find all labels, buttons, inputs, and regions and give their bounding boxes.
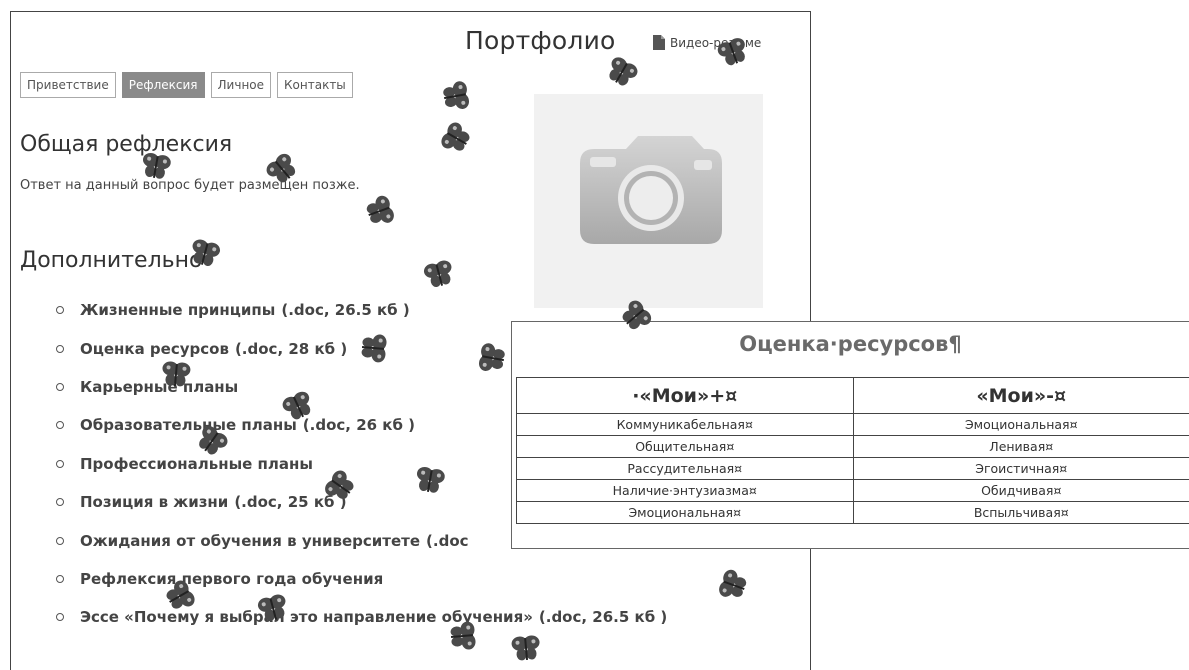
table-cell: Эгоистичная¤ — [852, 457, 1189, 480]
general-reflection-heading: Общая рефлексия — [20, 132, 233, 157]
doc-title[interactable]: Профессиональные планы — [80, 455, 313, 473]
table-row: Рассудительная¤ Эгоистичная¤ — [516, 457, 1189, 480]
table-cell: Наличие·энтузиазма¤ — [516, 479, 854, 502]
table-cell: Вспыльчивая¤ — [852, 501, 1189, 524]
doc-title[interactable]: Ожидания от обучения в университете — [80, 532, 420, 550]
doc-meta: (.doc, 26.5 кб ) — [538, 608, 668, 627]
camera-icon — [580, 136, 722, 244]
tab-reflection[interactable]: Рефлексия — [121, 72, 205, 98]
table-cell: Обидчивая¤ — [852, 479, 1189, 502]
table-cell: Эмоциональная¤ — [516, 501, 854, 524]
doc-meta: (.doc — [426, 531, 469, 550]
resource-assessment-document: Оценка·ресурсов¶ ·«Мои»+¤ «Мои»-¤ Коммун… — [511, 321, 1189, 549]
table-row: Эмоциональная¤ Вспыльчивая¤ — [516, 501, 1189, 524]
bullet-icon — [56, 613, 64, 622]
bullet-icon — [56, 574, 64, 583]
list-item[interactable]: Эссе «Почему я выбрал это направление об… — [54, 598, 667, 636]
butterfly-icon — [509, 631, 544, 666]
butterfly-icon — [159, 357, 194, 392]
resource-table: ·«Мои»+¤ «Мои»-¤ Коммуникабельная¤ Эмоцио… — [516, 377, 1189, 524]
butterfly-icon — [446, 619, 481, 654]
document-icon — [652, 34, 666, 51]
butterfly-icon — [437, 77, 474, 114]
bullet-icon — [56, 306, 64, 315]
tab-bar: Приветствие Рефлексия Личное Контакты — [20, 72, 353, 98]
table-row: Наличие·энтузиазма¤ Обидчивая¤ — [516, 479, 1189, 502]
butterfly-icon — [137, 147, 174, 184]
tab-greeting[interactable]: Приветствие — [20, 72, 116, 98]
table-cell: Рассудительная¤ — [516, 457, 854, 480]
additional-heading: Дополнительно — [20, 248, 203, 273]
profile-photo-placeholder[interactable] — [534, 94, 763, 308]
doc-title[interactable]: Рефлексия первого года обучения — [80, 570, 383, 588]
butterfly-icon — [411, 461, 448, 498]
page-title: Портфолио — [465, 26, 616, 55]
doc-title[interactable]: Образовательные планы — [80, 416, 297, 434]
butterfly-icon — [357, 331, 392, 366]
tab-personal[interactable]: Личное — [210, 72, 272, 98]
table-cell: Коммуникабельная¤ — [516, 413, 854, 436]
table-cell: Ленивая¤ — [852, 435, 1189, 458]
doc-meta: (.doc, 28 кб ) — [234, 339, 348, 358]
doc-meta: (.doc, 26 кб ) — [302, 416, 416, 435]
answer-text: Ответ на данный вопрос будет размещен по… — [20, 178, 360, 193]
column-header-minus: «Мои»-¤ — [852, 377, 1189, 414]
bullet-icon — [56, 382, 64, 391]
bullet-icon — [56, 421, 64, 430]
table-row: Общительная¤ Ленивая¤ — [516, 435, 1189, 458]
bullet-icon — [56, 459, 64, 468]
tab-contacts[interactable]: Контакты — [277, 72, 353, 98]
table-row: Коммуникабельная¤ Эмоциональная¤ — [516, 413, 1189, 436]
table-header-row: ·«Мои»+¤ «Мои»-¤ — [516, 377, 1189, 414]
doc-title[interactable]: Жизненные принципы — [80, 301, 275, 319]
list-item[interactable]: Рефлексия первого года обучения — [54, 560, 667, 598]
bullet-icon — [56, 344, 64, 353]
table-cell: Общительная¤ — [516, 435, 854, 458]
doc-title[interactable]: Оценка ресурсов — [80, 340, 229, 358]
bullet-icon — [56, 536, 64, 545]
doc-title[interactable]: Позиция в жизни — [80, 493, 228, 511]
table-cell: Эмоциональная¤ — [852, 413, 1189, 436]
doc-meta: (.doc, 26.5 кб ) — [281, 301, 410, 320]
bullet-icon — [56, 498, 64, 507]
document-title: Оценка·ресурсов¶ — [739, 332, 962, 356]
butterfly-icon — [473, 339, 510, 376]
column-header-plus: ·«Мои»+¤ — [516, 377, 854, 414]
